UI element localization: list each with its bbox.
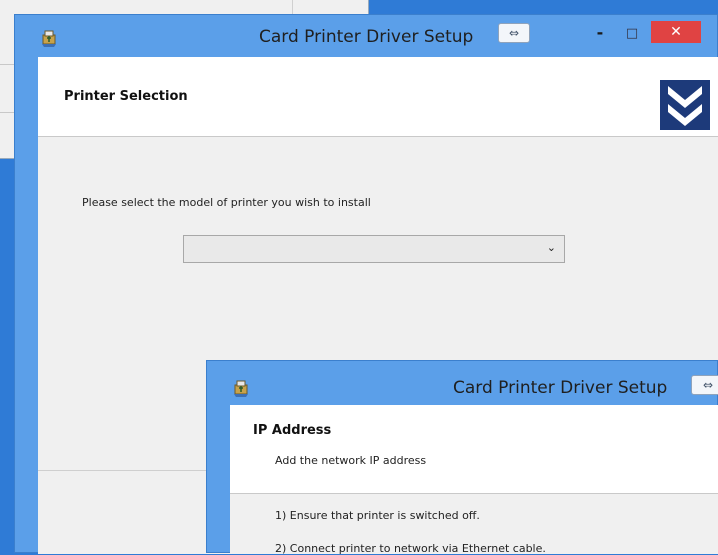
title-bar[interactable]: Card Printer Driver Setup ⇔ - □ ✕: [15, 15, 717, 55]
window-title: Card Printer Driver Setup: [259, 27, 474, 47]
app-icon: [42, 30, 56, 47]
chevron-logo-icon: [660, 80, 710, 130]
minimize-button[interactable]: -: [589, 24, 611, 44]
page-title: Printer Selection: [64, 89, 188, 104]
printer-model-select[interactable]: ⌄: [183, 235, 565, 263]
wizard-header: IP Address Add the network IP address: [230, 405, 718, 494]
page-subtitle: Add the network IP address: [275, 454, 427, 467]
restore-icon: ⇔: [702, 378, 714, 392]
wizard-header: Printer Selection: [38, 57, 718, 137]
title-bar[interactable]: Card Printer Driver Setup ⇔: [207, 361, 718, 405]
restore-button[interactable]: ⇔: [691, 375, 718, 395]
restore-button[interactable]: ⇔: [498, 23, 530, 43]
restore-icon: ⇔: [508, 26, 520, 40]
maximize-button[interactable]: □: [621, 24, 643, 44]
step-text: 1) Ensure that printer is switched off.: [275, 509, 480, 522]
wizard-content: 1) Ensure that printer is switched off. …: [230, 494, 718, 555]
page-title: IP Address: [253, 423, 332, 438]
close-icon: ✕: [670, 24, 682, 40]
step-text: 2) Connect printer to network via Ethern…: [275, 542, 546, 555]
dropdown-chevron-icon: ⌄: [546, 241, 556, 254]
close-button[interactable]: ✕: [651, 21, 701, 43]
app-icon: [234, 380, 248, 397]
instruction-text: Please select the model of printer you w…: [82, 196, 371, 209]
ip-address-window: Card Printer Driver Setup ⇔ IP Address A…: [206, 360, 718, 555]
window-title: Card Printer Driver Setup: [453, 378, 668, 398]
